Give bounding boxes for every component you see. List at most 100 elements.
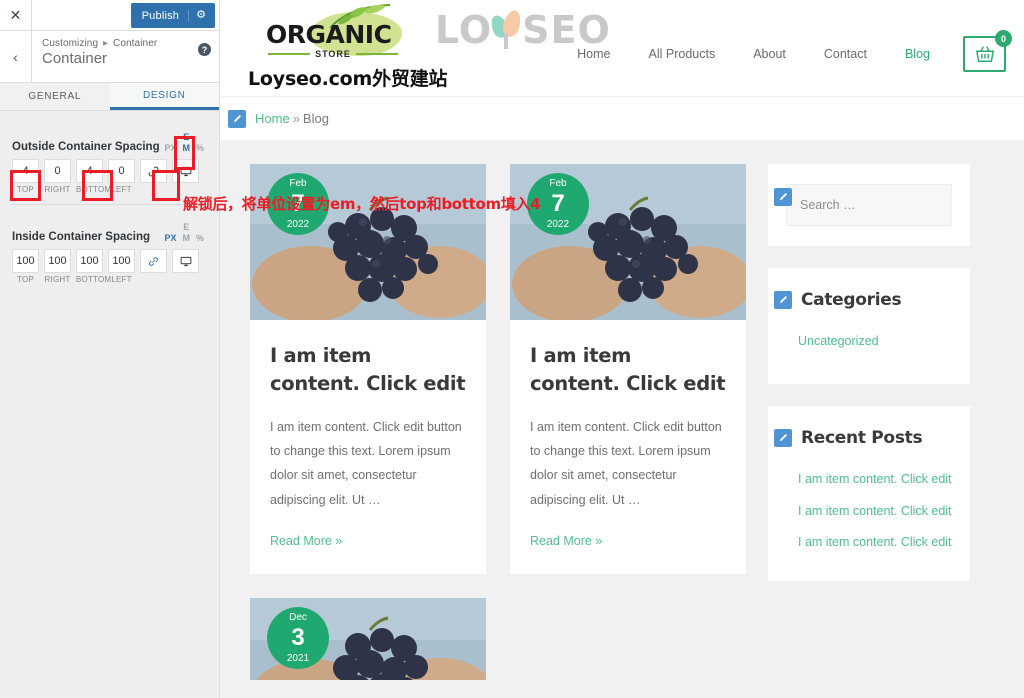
panel-titles: Customizing ▸ Container Container [32, 31, 219, 82]
outside-left-caption: LEFT [111, 185, 132, 194]
gear-icon[interactable]: ⚙ [188, 10, 215, 21]
post-thumbnail[interactable]: Feb 7 2022 [510, 164, 746, 320]
inside-top-caption: TOP [17, 275, 34, 284]
recent-post-link[interactable]: I am item content. Click edit [768, 464, 952, 496]
post-title[interactable]: I am item content. Click edit [270, 342, 466, 399]
customizer-sidebar: ✕ Publish ⚙ ‹ Customizing ▸ Container Co… [0, 0, 220, 698]
nav-item-blog[interactable]: Blog [886, 47, 949, 61]
inside-left-caption: LEFT [111, 275, 132, 284]
post-date-month: Feb [549, 177, 567, 189]
breadcrumb-current: Container [113, 38, 158, 49]
outside-right-input[interactable]: 0 [44, 159, 71, 183]
outside-top-input[interactable]: 4 [12, 159, 39, 183]
unit-percent-outside[interactable]: % [193, 142, 207, 154]
post-card[interactable]: Dec 3 2021 [250, 598, 486, 681]
outside-bottom-caption: BOTTOM [76, 185, 112, 194]
breadcrumb: Customizing ▸ Container [42, 38, 219, 49]
inside-spacing-header: Inside Container Spacing PX E M % [12, 211, 207, 245]
recent-post-link[interactable]: I am item content. Click edit [768, 496, 952, 528]
logo-store-line: STORE [268, 49, 398, 59]
site-breadcrumb: Home» Blog [255, 111, 329, 126]
edit-pencil-icon-recent-posts[interactable] [774, 428, 792, 447]
unlinked-icon[interactable] [140, 159, 167, 183]
inside-bottom-caption: BOTTOM [76, 275, 112, 284]
unit-px-outside[interactable]: PX [161, 142, 179, 154]
watermark-part1: LO [435, 8, 493, 52]
edit-pencil-icon-breadcrumb[interactable] [228, 109, 246, 128]
outside-left-input[interactable]: 0 [108, 159, 135, 183]
breadcrumb-parent[interactable]: Customizing [42, 38, 98, 49]
breadcrumb-separator-icon: ▸ [103, 38, 109, 49]
post-thumbnail[interactable]: Feb 7 2022 [250, 164, 486, 320]
unit-em-outside-m: M [182, 142, 190, 153]
nav-item-contact[interactable]: Contact [805, 47, 886, 61]
search-box[interactable] [786, 184, 961, 226]
publish-button[interactable]: Publish ⚙ [130, 3, 215, 28]
site-breadcrumb-bar: Home» Blog [220, 96, 1024, 140]
close-icon[interactable]: ✕ [0, 0, 32, 31]
inside-right-input[interactable]: 100 [44, 249, 71, 273]
outside-right-caption: RIGHT [44, 185, 71, 194]
site-sidebar: Categories Uncategorized Recent Posts I … [768, 164, 970, 680]
categories-widget-header: Categories [768, 290, 952, 310]
tab-general[interactable]: GENERAL [0, 83, 110, 110]
read-more-link[interactable]: Read More » [270, 534, 342, 548]
post-card[interactable]: Feb 7 2022 I am item content. Click edit… [250, 164, 486, 575]
edit-pencil-icon-search[interactable] [774, 188, 792, 206]
desktop-icon-inside[interactable] [172, 249, 199, 273]
back-chevron-icon[interactable]: ‹ [0, 31, 32, 82]
customizer-tabs: GENERAL DESIGN [0, 83, 219, 111]
inside-top-field: 100 TOP [12, 249, 39, 284]
tab-design[interactable]: DESIGN [109, 83, 219, 110]
cart-button[interactable]: 0 [963, 30, 1012, 72]
post-title[interactable]: I am item content. Click edit [530, 342, 726, 399]
outside-top-caption: TOP [17, 185, 34, 194]
post-date-month: Dec [289, 611, 307, 623]
cart-count-badge: 0 [995, 30, 1012, 47]
outside-spacing-units: PX E M % [161, 131, 207, 155]
unit-em-inside[interactable]: E M [179, 221, 193, 244]
linked-icon[interactable] [140, 249, 167, 273]
inside-top-input[interactable]: 100 [12, 249, 39, 273]
inside-bottom-input[interactable]: 100 [76, 249, 103, 273]
search-input[interactable] [800, 198, 961, 212]
unit-em-outside-e: E [183, 132, 190, 143]
inside-container-spacing-group: Inside Container Spacing PX E M % 100 TO… [12, 211, 207, 284]
edit-pencil-icon-categories[interactable] [774, 291, 792, 309]
logo-store-text: STORE [315, 49, 351, 59]
outside-bottom-input[interactable]: 4 [76, 159, 103, 183]
post-excerpt: I am item content. Click edit button to … [530, 419, 722, 507]
inside-bottom-field: 100 BOTTOM [76, 249, 112, 284]
inside-right-field: 100 RIGHT [44, 249, 71, 284]
unit-em-outside[interactable]: E M [179, 131, 193, 154]
inside-left-input[interactable]: 100 [108, 249, 135, 273]
watermark-stem [504, 33, 509, 49]
site-preview: ORGANIC STORE Loyseo.com外贸建站 LO SEO Home… [220, 0, 1024, 698]
page-title: Container [42, 50, 108, 67]
content-area: Feb 7 2022 I am item content. Click edit… [220, 140, 1024, 681]
post-thumbnail[interactable]: Dec 3 2021 [250, 598, 486, 681]
logo-brand-text: Loyseo.com外贸建站 [248, 68, 448, 90]
breadcrumb-current-page: Blog [302, 111, 329, 126]
categories-widget: Categories Uncategorized [768, 268, 970, 384]
breadcrumb-home-link[interactable]: Home [255, 111, 290, 126]
post-card[interactable]: Feb 7 2022 I am item content. Click edit… [510, 164, 746, 575]
inside-left-field: 100 LEFT [108, 249, 135, 284]
post-date-year: 2022 [546, 218, 570, 230]
nav-item-home[interactable]: Home [558, 47, 629, 61]
post-grid: Feb 7 2022 I am item content. Click edit… [250, 164, 746, 681]
nav-item-all-products[interactable]: All Products [630, 47, 735, 61]
unit-px-inside[interactable]: PX [161, 232, 179, 244]
category-link-uncategorized[interactable]: Uncategorized [768, 326, 952, 358]
unit-percent-inside[interactable]: % [193, 232, 207, 244]
breadcrumb-sep: » [292, 111, 300, 126]
recent-post-link[interactable]: I am item content. Click edit [768, 527, 952, 559]
desktop-icon-outside[interactable] [172, 159, 199, 183]
recent-posts-widget-header: Recent Posts [768, 428, 952, 448]
main-navigation: Home All Products About Contact Blog 0 [558, 30, 1012, 72]
nav-item-about[interactable]: About [734, 47, 805, 61]
site-logo[interactable]: ORGANIC STORE Loyseo.com外贸建站 [248, 4, 463, 91]
help-icon[interactable]: ? [198, 43, 211, 56]
read-more-link[interactable]: Read More » [530, 534, 602, 548]
post-date-day: 7 [551, 189, 565, 217]
